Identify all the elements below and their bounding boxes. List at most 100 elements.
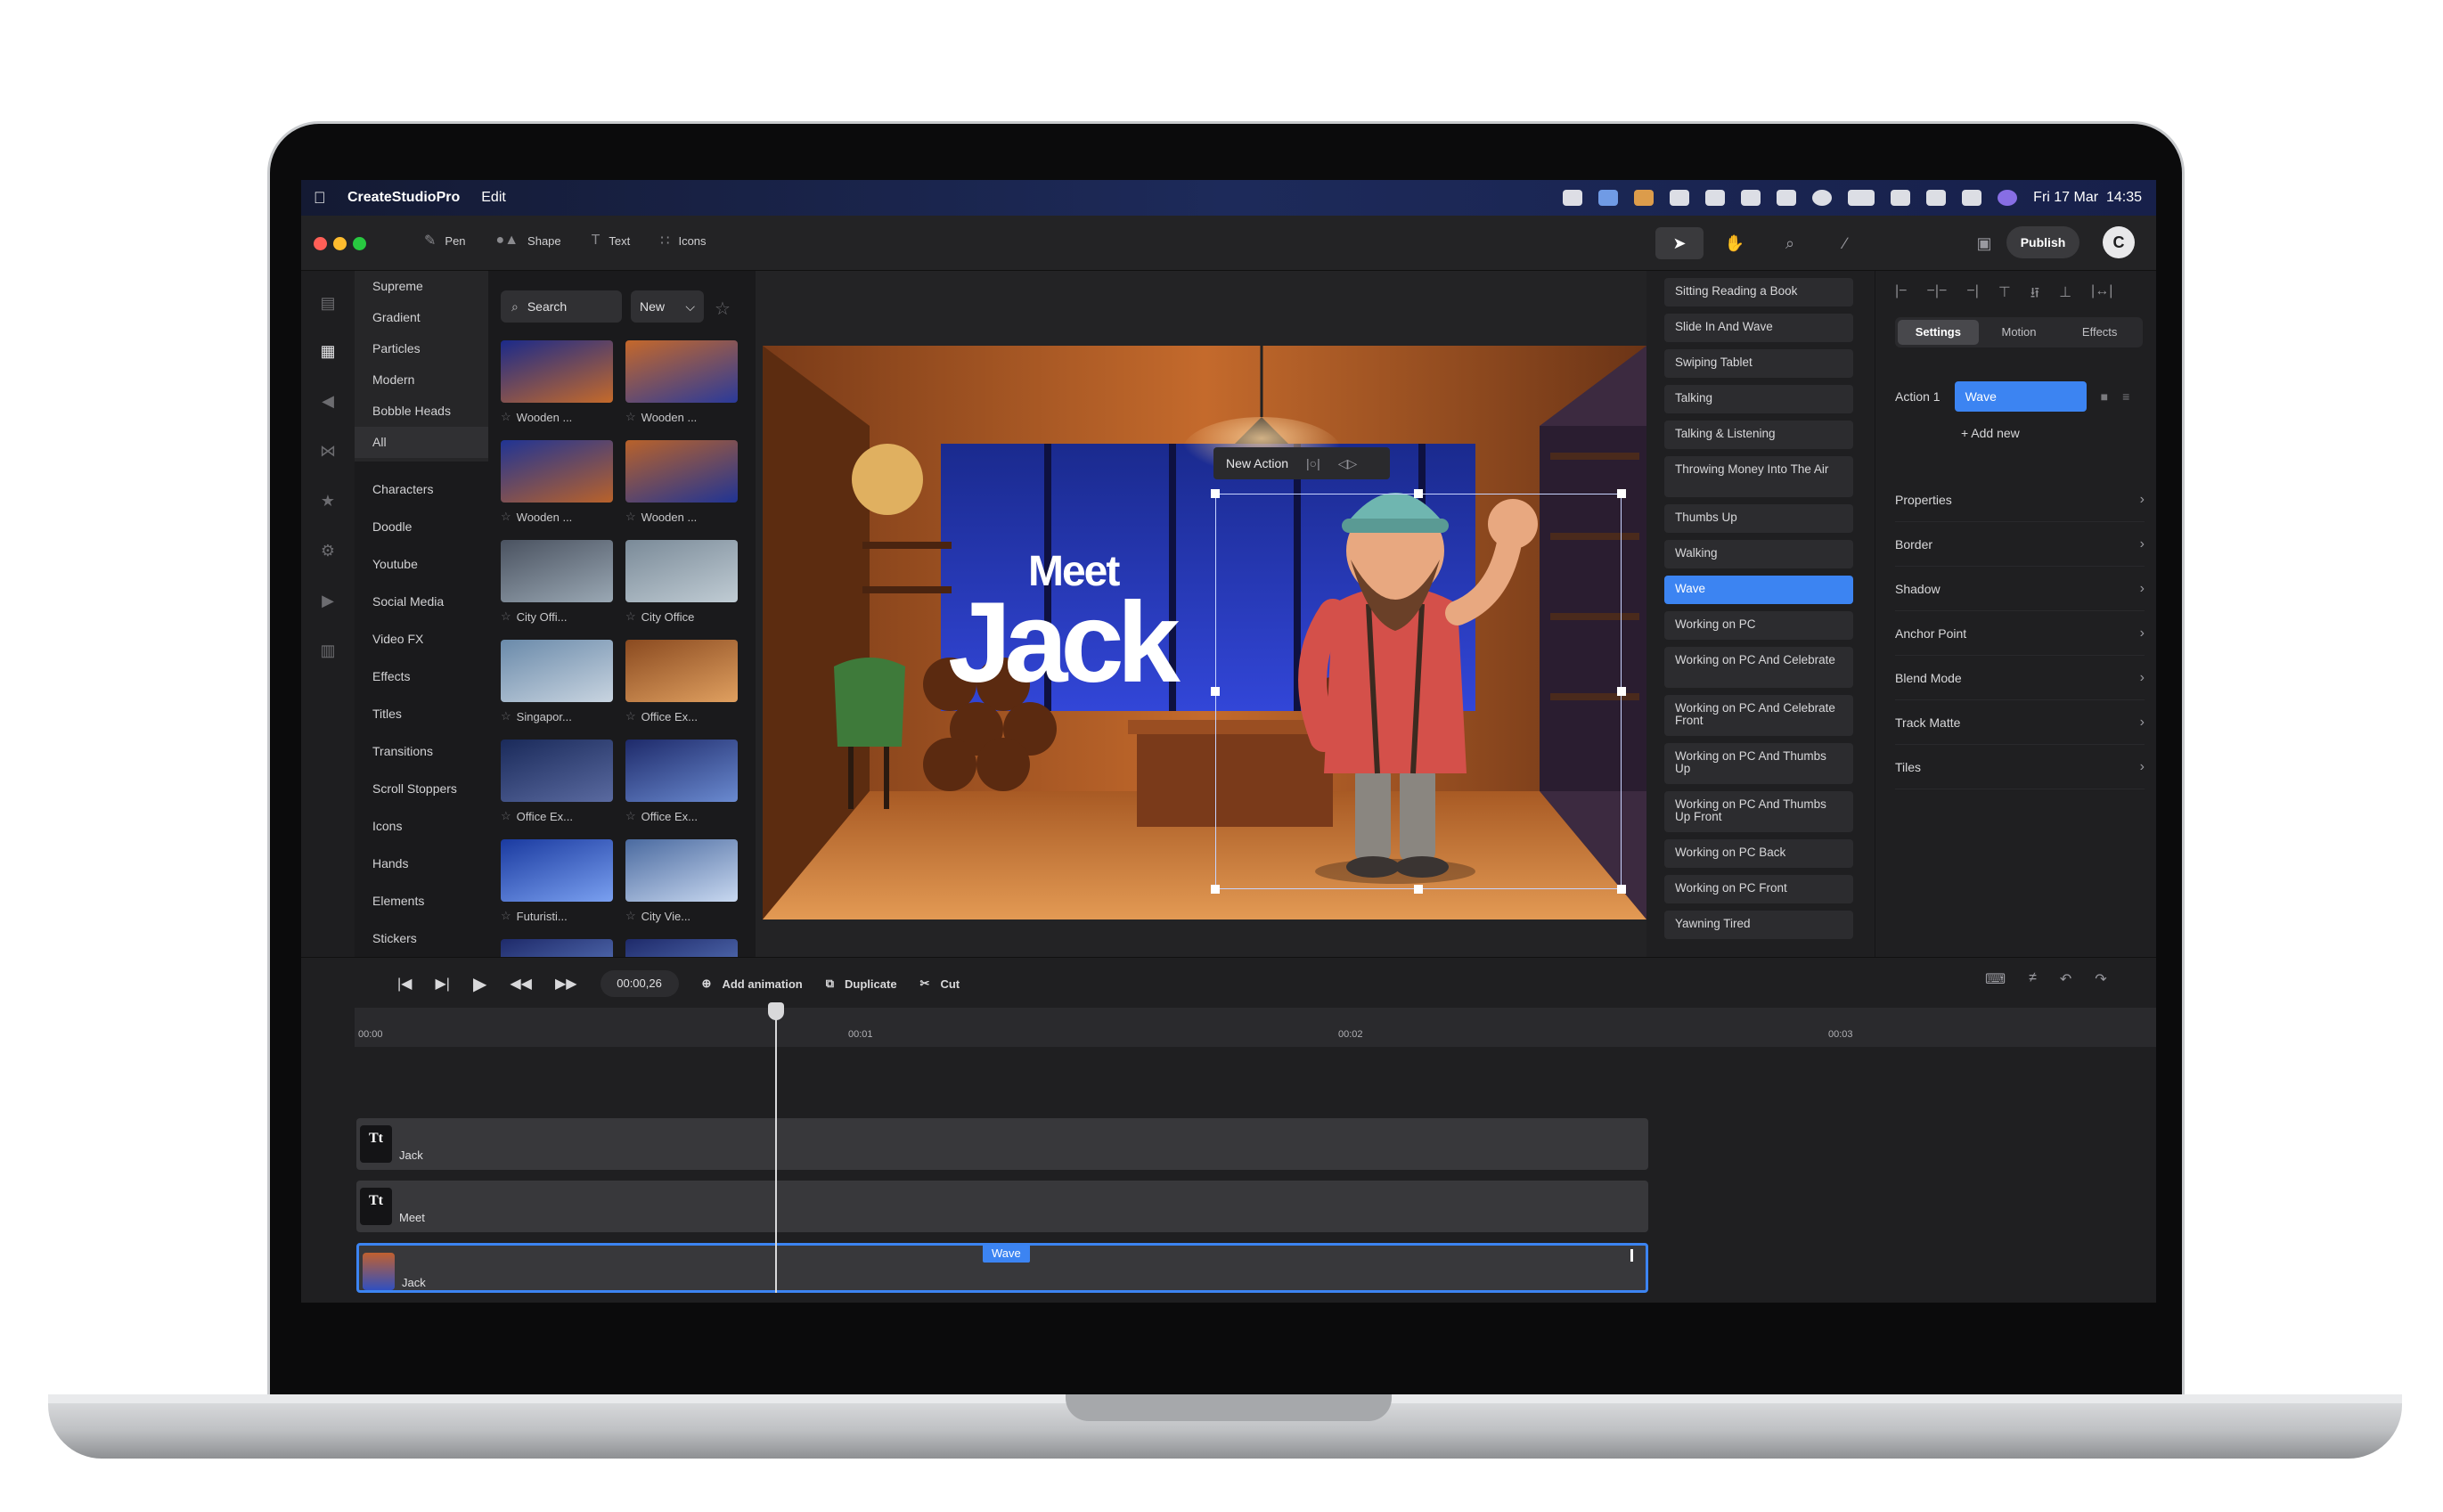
action-item[interactable]: Working on PC And Thumbs Up Front <box>1664 791 1853 832</box>
avatar[interactable]: C <box>2103 226 2135 258</box>
tab-settings[interactable]: Settings <box>1898 320 1979 345</box>
zoom-window-button[interactable] <box>353 237 366 250</box>
asset-thumbnail[interactable]: ☆ City Offi... <box>501 540 613 640</box>
move-icon[interactable] <box>1741 190 1761 206</box>
volume-icon[interactable] <box>1777 190 1797 206</box>
control-center-icon[interactable] <box>1962 190 1982 206</box>
action-item[interactable]: Talking <box>1664 385 1853 413</box>
asset-thumbnail[interactable]: ☆ Office Ex... <box>501 740 613 839</box>
action-item[interactable]: Thumbs Up <box>1664 504 1853 533</box>
action-value-field[interactable]: Wave <box>1954 381 2087 412</box>
subcategory-item[interactable]: All <box>355 427 488 458</box>
resize-handle[interactable] <box>1211 885 1220 894</box>
battery-icon[interactable] <box>1848 190 1875 206</box>
resize-handle[interactable] <box>1414 885 1423 894</box>
wifi-icon[interactable] <box>1891 190 1911 206</box>
category-item[interactable]: Video FX <box>355 620 488 658</box>
subcategory-item[interactable]: Supreme <box>355 271 488 302</box>
resize-handle[interactable] <box>1617 489 1626 498</box>
favorite-star-icon[interactable]: ☆ <box>501 909 511 923</box>
asset-thumbnail[interactable]: ☆ City Vie... <box>625 839 738 939</box>
publish-button[interactable]: Publish <box>2006 226 2079 258</box>
category-item[interactable]: Titles <box>355 695 488 732</box>
add-new-action-button[interactable]: + Add new <box>1961 426 2020 440</box>
filter-dropdown[interactable]: New ⌵ <box>631 290 704 323</box>
play-icon[interactable]: ▶ <box>473 973 486 995</box>
action-item[interactable]: Working on PC And Celebrate <box>1664 647 1853 688</box>
add-animation-button[interactable]: ⊕ Add animation <box>702 977 803 991</box>
action-item[interactable]: Slide In And Wave <box>1664 314 1853 342</box>
track-jack-character[interactable]: Jack Wave <box>356 1243 1648 1293</box>
asset-thumbnail[interactable]: ☆ Wooden ... <box>501 440 613 540</box>
hand-tool-button[interactable]: ✋ <box>1711 227 1759 259</box>
transition-icon[interactable]: ⋈ <box>317 440 339 462</box>
resize-handle[interactable] <box>1617 885 1626 894</box>
duplicate-button[interactable]: ⧉ Duplicate <box>826 977 897 991</box>
action-item[interactable]: Working on PC And Thumbs Up <box>1664 743 1853 784</box>
search-input[interactable]: ⌕ Search <box>501 290 622 323</box>
cloud-icon[interactable] <box>1670 190 1690 206</box>
category-item[interactable]: Elements <box>355 882 488 919</box>
favorite-star-icon[interactable]: ☆ <box>625 709 636 723</box>
align-left-icon[interactable]: |− <box>1895 283 1908 307</box>
clip-label-wave[interactable]: Wave <box>983 1244 1030 1263</box>
apple-icon[interactable]:  <box>314 189 333 208</box>
save-button[interactable]: ▣ <box>1971 230 1998 257</box>
favorite-star-icon[interactable]: ☆ <box>625 410 636 424</box>
time-ruler[interactable]: 00:00 00:01 00:02 00:03 <box>355 1008 2156 1047</box>
action-item[interactable]: Talking & Listening <box>1664 421 1853 449</box>
align-center-h-icon[interactable]: −|− <box>1927 283 1948 307</box>
dropbox-icon[interactable] <box>1598 190 1619 206</box>
title-jack[interactable]: Jack <box>948 586 1181 700</box>
asset-thumbnail[interactable]: ☆ Futuristi... <box>501 839 613 939</box>
category-item[interactable]: Hands <box>355 845 488 882</box>
notification-icon[interactable] <box>1634 190 1655 206</box>
category-item[interactable]: Transitions <box>355 732 488 770</box>
star-icon[interactable]: ★ <box>317 490 339 511</box>
asset-thumbnail[interactable]: ☆ Wooden ... <box>625 440 738 540</box>
favorites-star-icon[interactable]: ☆ <box>715 298 731 320</box>
trash-icon[interactable]: ■ <box>2101 389 2108 404</box>
action-item[interactable]: Throwing Money Into The Air <box>1664 456 1853 497</box>
snap-icon[interactable]: ≠ <box>2029 970 2037 988</box>
action-item[interactable]: Sitting Reading a Book <box>1664 278 1853 306</box>
camera-icon[interactable] <box>1705 190 1726 206</box>
favorite-star-icon[interactable]: ☆ <box>501 709 511 723</box>
action-item[interactable]: Walking <box>1664 540 1853 568</box>
new-action-popover[interactable]: New Action |○| ◁▷ <box>1213 447 1390 479</box>
favorite-star-icon[interactable]: ☆ <box>625 510 636 524</box>
category-item[interactable]: Effects <box>355 658 488 695</box>
rewind-icon[interactable]: ◀◀ <box>510 975 532 993</box>
shape-tool[interactable]: ●▲ Shape <box>496 232 561 249</box>
resize-handle[interactable] <box>1414 489 1423 498</box>
asset-thumbnail[interactable] <box>625 939 738 957</box>
track-meet-text[interactable]: Tt Meet <box>356 1181 1648 1232</box>
align-bottom-icon[interactable]: ⊥ <box>2059 283 2071 307</box>
play-circle-icon[interactable] <box>1812 190 1833 206</box>
step-forward-icon[interactable]: ▶| <box>435 975 449 993</box>
action-item[interactable]: Working on PC <box>1664 611 1853 640</box>
category-item[interactable]: Youtube <box>355 545 488 583</box>
property-section[interactable]: Anchor Point › <box>1895 611 2145 656</box>
action-item[interactable]: Working on PC Back <box>1664 839 1853 868</box>
favorite-star-icon[interactable]: ☆ <box>501 510 511 524</box>
favorite-star-icon[interactable]: ☆ <box>625 909 636 923</box>
asset-thumbnail[interactable]: ☆ Office Ex... <box>625 640 738 740</box>
subcategory-item[interactable]: Gradient <box>355 302 488 333</box>
zoom-tool-button[interactable]: ⌕ <box>1766 227 1814 259</box>
favorite-star-icon[interactable]: ☆ <box>501 809 511 823</box>
checkmark-icon[interactable] <box>1563 190 1583 206</box>
property-section[interactable]: Tiles › <box>1895 745 2145 789</box>
category-item[interactable]: Stickers <box>355 919 488 957</box>
subcategory-item[interactable]: Bobble Heads <box>355 396 488 427</box>
keyboard-icon[interactable]: ⌨ <box>1985 970 2006 988</box>
subcategory-item[interactable]: Particles <box>355 333 488 364</box>
property-section[interactable]: Track Matte › <box>1895 700 2145 745</box>
align-top-icon[interactable]: ⊤ <box>1998 283 2011 307</box>
menu-edit[interactable]: Edit <box>481 190 506 206</box>
minimize-window-button[interactable] <box>333 237 347 250</box>
split-icon[interactable]: ◁▷ <box>1338 456 1358 471</box>
text-tool[interactable]: T Text <box>592 232 631 249</box>
gear-icon[interactable]: ⚙ <box>317 540 339 561</box>
distribute-icon[interactable]: |↔| <box>2091 283 2112 307</box>
